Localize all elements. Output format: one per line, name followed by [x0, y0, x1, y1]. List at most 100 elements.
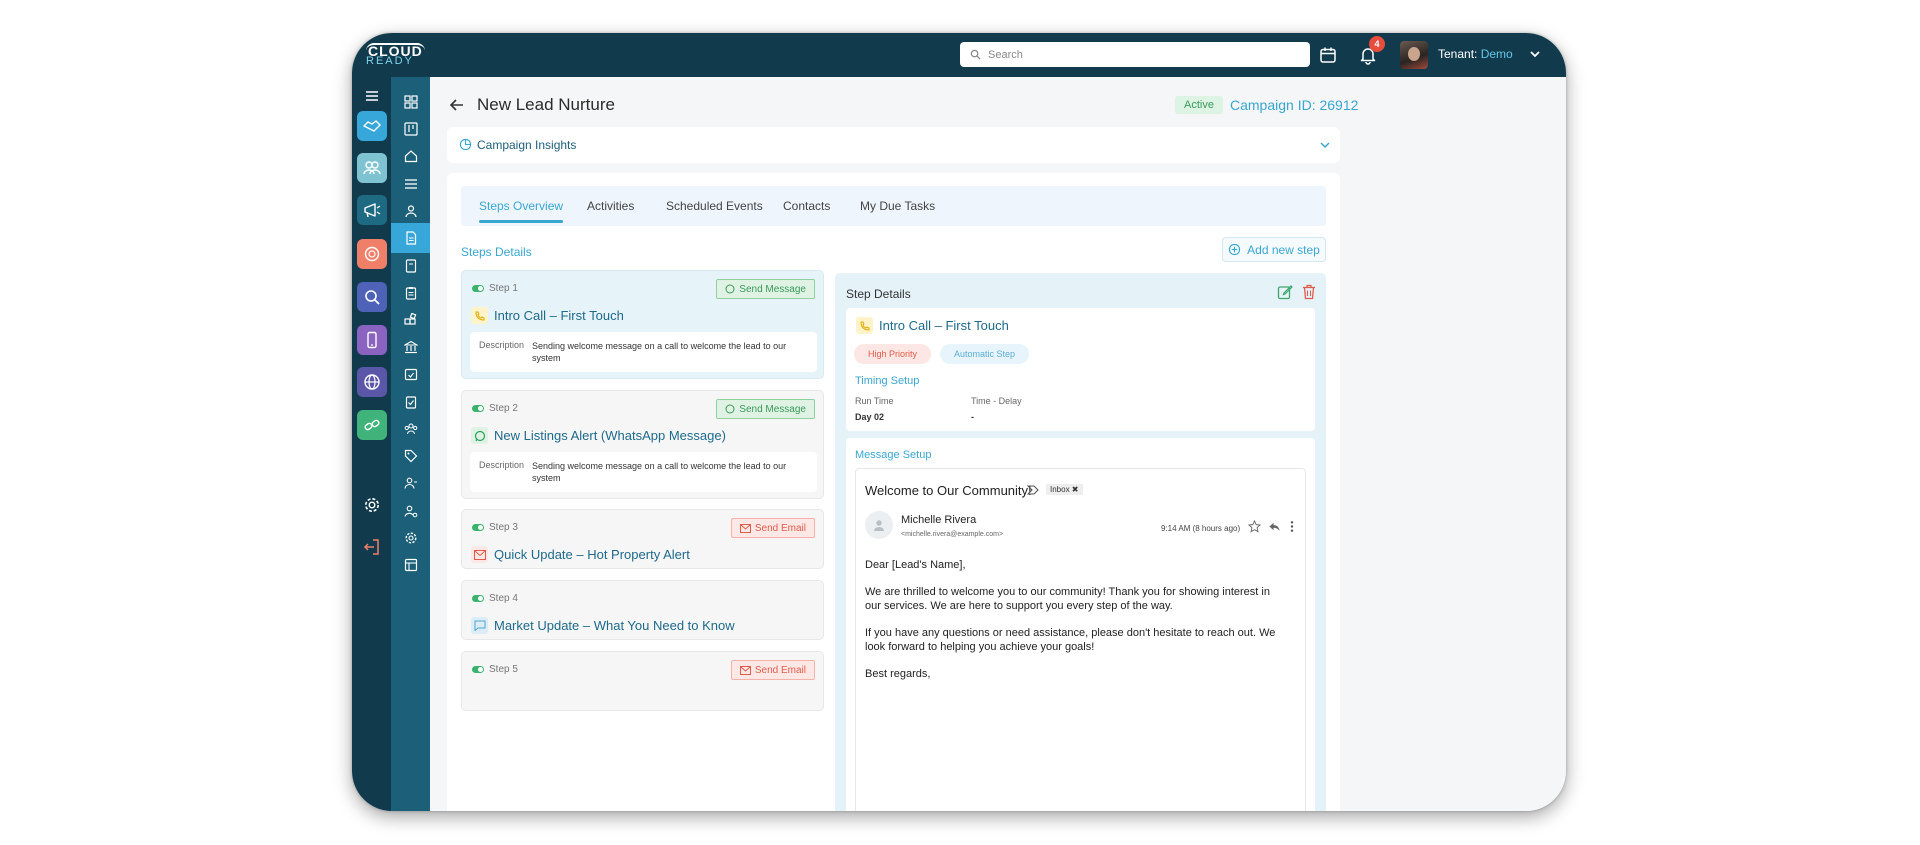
user-icon	[404, 205, 417, 218]
nav-users[interactable]	[391, 468, 430, 498]
nav-settings[interactable]	[391, 523, 430, 553]
nav-calendar[interactable]	[391, 359, 430, 389]
reply-icon[interactable]	[1268, 520, 1281, 533]
email-body: Dear [Lead's Name], We are thrilled to w…	[865, 558, 1285, 694]
nav-list[interactable]	[391, 169, 430, 199]
trash-icon[interactable]	[1302, 284, 1316, 300]
more-vertical-icon[interactable]	[1289, 520, 1295, 533]
step-number: Step 2	[489, 403, 518, 414]
tab-steps-overview[interactable]: Steps Overview	[479, 199, 564, 223]
logout-icon	[363, 539, 379, 555]
nav-home[interactable]	[391, 141, 430, 171]
module-campaigns[interactable]	[357, 195, 387, 225]
star-icon[interactable]	[1248, 520, 1261, 533]
step-type-badge: Automatic Step	[940, 344, 1030, 364]
step-toggle[interactable]	[472, 666, 484, 673]
nav-modules[interactable]	[391, 305, 430, 335]
send-email-badge: Send Email	[730, 518, 815, 538]
step-title[interactable]: Intro Call – First Touch	[494, 308, 624, 323]
add-new-step-label: Add new step	[1247, 242, 1320, 257]
phone-icon	[471, 307, 488, 324]
step-summary-card: Intro Call – First Touch High Priority A…	[846, 308, 1315, 431]
step-title[interactable]: New Listings Alert (WhatsApp Message)	[494, 428, 726, 443]
step-toggle[interactable]	[472, 285, 484, 292]
step-card-1[interactable]: Step 1 Send Message Intro Call – First T…	[461, 270, 824, 379]
nav-teams[interactable]	[391, 414, 430, 444]
step-card-2[interactable]: Step 2 Send Message New Listings Alert (…	[461, 390, 824, 499]
tab-contacts[interactable]: Contacts	[783, 199, 830, 213]
menu-toggle-button[interactable]	[357, 81, 387, 111]
hamburger-icon	[366, 91, 378, 101]
plus-circle-icon	[1228, 243, 1241, 256]
nav-board[interactable]	[391, 114, 430, 144]
module-mobile[interactable]	[357, 325, 387, 355]
nav-profile[interactable]	[391, 196, 430, 226]
nav-reports[interactable]	[391, 278, 430, 308]
notifications-button[interactable]: 4	[1355, 36, 1385, 68]
calendar-check-icon	[404, 368, 417, 381]
module-leads[interactable]	[357, 111, 387, 141]
kanban-icon	[403, 122, 418, 136]
step-toggle[interactable]	[472, 405, 484, 412]
app-logo[interactable]: CLOUD READY	[364, 42, 425, 68]
tenant-selector[interactable]: Tenant: Demo	[1438, 47, 1513, 61]
pie-chart-icon	[459, 138, 472, 151]
module-integrations[interactable]	[357, 410, 387, 440]
send-message-badge: Send Message	[716, 279, 815, 299]
team-icon	[404, 423, 417, 435]
tab-activities[interactable]: Activities	[587, 199, 634, 213]
nav-tags[interactable]	[391, 441, 430, 471]
step-card-3[interactable]: Step 3 Send Email Quick Update – Hot Pro…	[461, 509, 824, 569]
sender-name: Michelle Rivera	[901, 514, 977, 526]
nav-user-settings[interactable]	[391, 496, 430, 526]
magnifier-icon	[365, 290, 380, 305]
nav-tasks[interactable]	[391, 387, 430, 417]
tab-my-due-tasks[interactable]: My Due Tasks	[860, 199, 935, 213]
search-input[interactable]: Search	[960, 42, 1310, 67]
tab-scheduled-events[interactable]: Scheduled Events	[666, 199, 763, 213]
send-email-badge: Send Email	[730, 660, 815, 680]
page-title: New Lead Nurture	[477, 95, 615, 114]
nav-campaigns[interactable]	[391, 223, 430, 253]
calendar-button[interactable]	[1315, 42, 1341, 68]
module-web[interactable]	[357, 367, 387, 397]
nav-layout[interactable]	[391, 550, 430, 580]
tab-bar: Steps Overview Activities Scheduled Even…	[461, 186, 1326, 226]
grid-icon	[403, 95, 418, 109]
run-time-value: Day 02	[855, 412, 885, 422]
description-label: Description	[479, 340, 525, 350]
inbox-tag[interactable]: Inbox ✖	[1046, 484, 1083, 495]
step-description: Description Sending welcome message on a…	[470, 452, 817, 492]
globe-icon	[364, 374, 380, 390]
description-label: Description	[479, 460, 525, 470]
step-toggle[interactable]	[472, 524, 484, 531]
step-title[interactable]: Quick Update – Hot Property Alert	[494, 547, 690, 562]
back-arrow-icon[interactable]	[449, 97, 465, 113]
logout-button[interactable]	[357, 532, 387, 562]
module-search[interactable]	[357, 282, 387, 312]
tag-icon	[404, 449, 417, 463]
settings-button[interactable]	[357, 490, 387, 520]
steps-details-label: Steps Details	[461, 245, 532, 259]
calendar-icon	[1320, 47, 1336, 63]
module-contacts[interactable]	[357, 153, 387, 183]
campaign-insights-accordion[interactable]: Campaign Insights	[447, 127, 1340, 163]
step-description: Description Sending welcome message on a…	[470, 332, 817, 372]
step-toggle[interactable]	[472, 595, 484, 602]
status-badge: Active	[1175, 96, 1223, 114]
add-new-step-button[interactable]: Add new step	[1222, 237, 1326, 262]
edit-icon[interactable]	[1277, 284, 1293, 300]
delay-value: -	[971, 412, 974, 422]
module-finance[interactable]	[357, 239, 387, 269]
nav-bank[interactable]	[391, 332, 430, 362]
nav-dashboard[interactable]	[391, 87, 430, 117]
step-card-4[interactable]: Step 4 Market Update – What You Need to …	[461, 580, 824, 640]
message-setup-label: Message Setup	[855, 449, 932, 461]
email-greeting: Dear [Lead's Name],	[865, 559, 966, 571]
user-avatar[interactable]	[1400, 41, 1428, 69]
chevron-down-icon[interactable]	[1528, 47, 1542, 61]
nav-notes[interactable]	[391, 251, 430, 281]
step-card-5[interactable]: Step 5 Send Email	[461, 651, 824, 711]
phone-icon	[856, 317, 873, 334]
step-title[interactable]: Market Update – What You Need to Know	[494, 618, 735, 633]
